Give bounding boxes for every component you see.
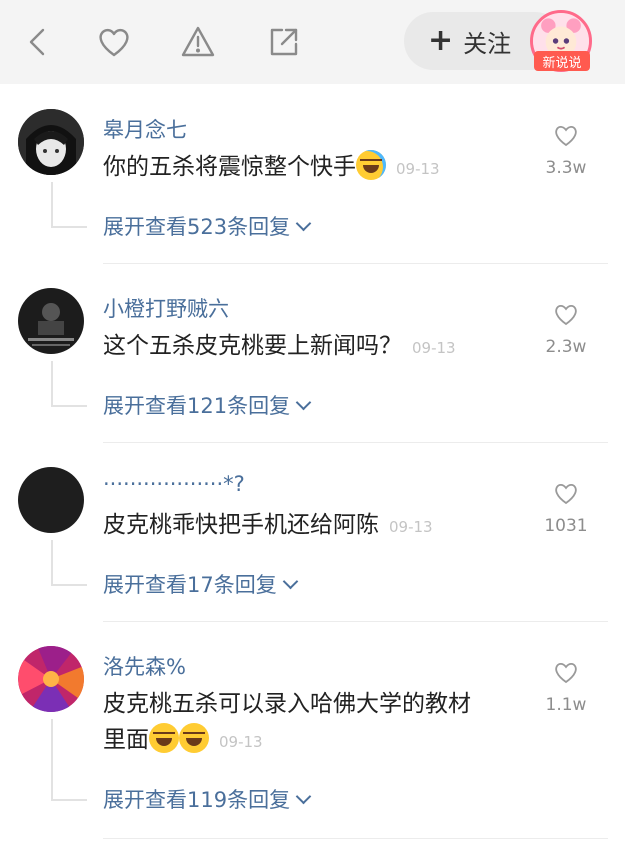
expand-replies-link[interactable]: 展开查看119条回复 <box>103 784 312 814</box>
heart-outline-icon <box>555 304 577 326</box>
report-button[interactable] <box>176 20 220 64</box>
thread-connector <box>51 719 87 801</box>
commenter-avatar[interactable] <box>18 467 84 533</box>
comment-date: 09-13 <box>219 733 263 751</box>
comment-like-button[interactable]: 3.3w <box>540 122 592 178</box>
comment-text: 这个五杀皮克桃要上新闻吗？ 09-13 <box>103 328 523 366</box>
comment-text: 皮克桃乖快把手机还给阿陈 09-13 <box>103 507 523 545</box>
chevron-down-icon <box>295 215 312 232</box>
comment-like-button[interactable]: 1.1w <box>540 659 592 715</box>
comment-divider <box>103 442 608 443</box>
warning-triangle-icon <box>181 26 215 57</box>
comment-body: 皮克桃乖快把手机还给阿陈 <box>103 512 379 538</box>
commenter-name[interactable]: ··················*? <box>103 472 245 496</box>
clapping-laughing-emoji-icon <box>149 723 179 753</box>
expand-replies-label: 展开查看523条回复 <box>103 215 291 239</box>
anime-avatar-icon <box>18 109 84 175</box>
expand-replies-label: 展开查看119条回复 <box>103 788 291 812</box>
comment-text: 你的五杀将震惊整个快手 09-13 <box>103 149 523 187</box>
comment-divider <box>103 621 608 622</box>
like-count: 3.3w <box>545 158 587 178</box>
comment-body-line2: 里面 <box>103 727 149 753</box>
comment-divider <box>103 838 608 839</box>
commenter-avatar[interactable] <box>18 288 84 354</box>
thread-connector <box>51 361 87 407</box>
chevron-down-icon <box>295 394 312 411</box>
share-button[interactable] <box>262 20 306 64</box>
clapping-laughing-emoji-icon <box>179 723 209 753</box>
photo-avatar-icon <box>18 288 84 354</box>
heart-outline-icon <box>555 662 577 684</box>
comment-body-line2-wrap: 里面 09-13 <box>103 722 523 760</box>
expand-replies-link[interactable]: 展开查看523条回复 <box>103 211 312 241</box>
share-external-icon <box>270 28 298 56</box>
chevron-down-icon <box>295 788 312 805</box>
heart-outline-icon <box>555 125 577 147</box>
comment-date: 09-13 <box>389 518 433 536</box>
thread-connector <box>51 182 87 228</box>
thread-connector <box>51 540 87 586</box>
comment-date: 09-13 <box>396 160 440 178</box>
expand-replies-link[interactable]: 展开查看121条回复 <box>103 390 312 420</box>
laughing-crying-emoji-icon <box>356 150 386 180</box>
comment-body: 这个五杀皮克桃要上新闻吗？ <box>103 333 402 359</box>
comment-like-button[interactable]: 2.3w <box>540 301 592 357</box>
comment-text: 皮克桃五杀可以录入哈佛大学的教材 里面 09-13 <box>103 686 523 760</box>
chevron-left-icon <box>29 28 45 56</box>
like-count: 1.1w <box>545 695 587 715</box>
follow-label: 关注 <box>463 29 512 58</box>
comment-body-line1: 皮克桃五杀可以录入哈佛大学的教材 <box>103 691 471 717</box>
comment-date: 09-13 <box>412 339 456 357</box>
comment-like-button[interactable]: 1031 <box>540 480 592 536</box>
commenter-avatar[interactable] <box>18 646 84 712</box>
like-video-button[interactable] <box>92 20 136 64</box>
expand-replies-label: 展开查看17条回复 <box>103 573 277 597</box>
like-count: 2.3w <box>545 337 587 357</box>
comment-body: 你的五杀将震惊整个快手 <box>103 154 356 180</box>
new-post-badge[interactable]: 新说说 <box>534 51 590 71</box>
commenter-avatar[interactable] <box>18 109 84 175</box>
expand-replies-label: 展开查看121条回复 <box>103 394 291 418</box>
back-button[interactable] <box>16 20 60 64</box>
like-count: 1031 <box>544 516 588 536</box>
chevron-down-icon <box>282 573 299 590</box>
commenter-name[interactable]: 洛先森% <box>103 651 186 681</box>
top-bar: + 关注 新说说 <box>0 0 625 84</box>
heart-icon <box>99 28 129 57</box>
commenter-name[interactable]: 皋月念七 <box>103 114 187 144</box>
commenter-name[interactable]: 小橙打野贼六 <box>103 293 229 323</box>
plus-icon: + <box>428 23 454 58</box>
swirl-avatar-icon <box>18 646 84 712</box>
comment-divider <box>103 263 608 264</box>
heart-outline-icon <box>555 483 577 505</box>
expand-replies-link[interactable]: 展开查看17条回复 <box>103 569 299 599</box>
